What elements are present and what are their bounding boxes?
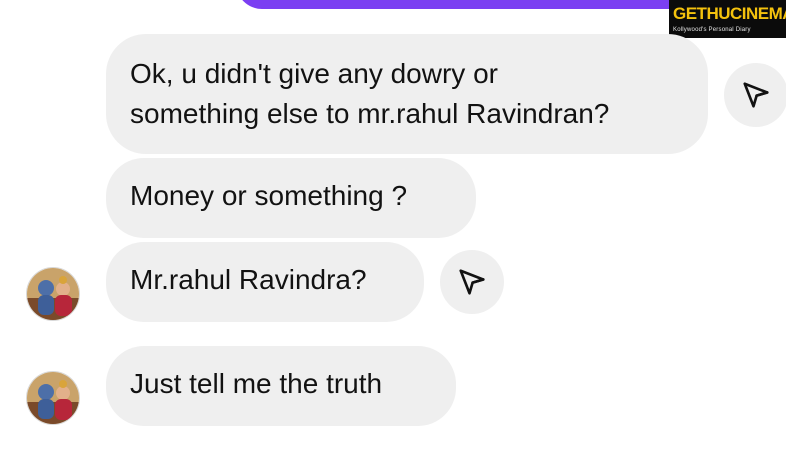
watermark-logo: GETHUCINEMA Kollywood's Personal Diary [669, 0, 786, 38]
profile-avatar-image [27, 268, 79, 320]
watermark-subtitle: Kollywood's Personal Diary [673, 27, 751, 33]
profile-avatar-image [27, 372, 79, 424]
paper-plane-share-icon [743, 82, 769, 108]
watermark-title: GETHUCINEMA [673, 4, 786, 23]
received-message-bubble[interactable]: Money or something ? [106, 158, 476, 238]
sent-message-bubble-edge [236, 0, 706, 9]
message-text-line: Mr.rahul Ravindra? [130, 264, 367, 295]
share-button[interactable] [724, 63, 786, 127]
received-message-bubble[interactable]: Mr.rahul Ravindra? [106, 242, 424, 322]
avatar[interactable] [26, 371, 80, 425]
message-text-line: Just tell me the truth [130, 368, 383, 399]
message-text-line: Money or something ? [130, 180, 408, 211]
share-button[interactable] [440, 250, 504, 314]
paper-plane-share-icon [459, 269, 485, 295]
received-message-bubble[interactable]: Just tell me the truth [106, 346, 456, 426]
message-text-line: something else to mr.rahul Ravindran? [130, 98, 610, 129]
message-text-line: Ok, u didn't give any dowry or [130, 58, 498, 89]
avatar[interactable] [26, 267, 80, 321]
received-message-bubble[interactable]: Ok, u didn't give any dowry or something… [106, 34, 708, 154]
